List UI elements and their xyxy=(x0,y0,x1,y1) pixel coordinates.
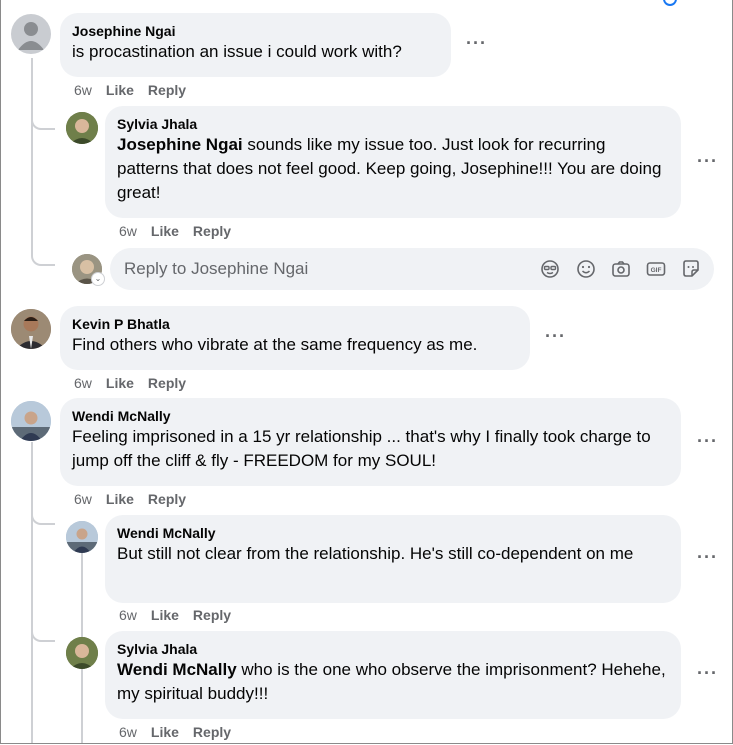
avatar[interactable] xyxy=(11,309,51,349)
comment-text: Josephine Ngai sounds like my issue too.… xyxy=(117,135,662,202)
comment-meta: 6w Like Reply xyxy=(119,606,245,624)
thread-line xyxy=(31,58,33,252)
profile-photo-icon xyxy=(66,521,98,553)
gif-icon[interactable]: GIF xyxy=(646,259,666,279)
like-button[interactable]: Like xyxy=(151,223,179,239)
comment-text: But still not clear from the relationshi… xyxy=(117,544,634,563)
comment-author[interactable]: Wendi McNally xyxy=(117,524,669,542)
comment-text: is procastination an issue i could work … xyxy=(72,42,402,61)
thread-branch xyxy=(31,622,55,642)
timestamp[interactable]: 6w xyxy=(74,82,92,98)
thread-branch xyxy=(31,110,55,130)
svg-text:GIF: GIF xyxy=(651,267,662,274)
default-avatar-icon xyxy=(18,22,44,50)
reply-input[interactable]: Reply to Josephine Ngai GIF xyxy=(110,248,714,290)
profile-photo-icon xyxy=(66,637,98,669)
like-button[interactable]: Like xyxy=(106,491,134,507)
more-options-icon[interactable]: ··· xyxy=(697,432,718,450)
like-button[interactable]: Like xyxy=(151,607,179,623)
comment-meta: 6w Like Reply xyxy=(74,490,200,508)
timestamp[interactable]: 6w xyxy=(119,724,137,740)
reply-button[interactable]: Reply xyxy=(148,491,186,507)
like-button[interactable]: Like xyxy=(151,724,179,740)
avatar[interactable] xyxy=(11,401,51,441)
comment-author[interactable]: Sylvia Jhala xyxy=(117,640,669,658)
thread-branch xyxy=(31,505,55,525)
more-options-icon[interactable]: ··· xyxy=(697,664,718,682)
like-button[interactable]: Like xyxy=(106,375,134,391)
mention-link[interactable]: Josephine Ngai xyxy=(117,135,243,154)
profile-photo-icon xyxy=(11,401,51,441)
comment-bubble: Josephine Ngai is procastination an issu… xyxy=(60,13,451,77)
comment-author[interactable]: Josephine Ngai xyxy=(72,22,439,40)
more-options-icon[interactable]: ··· xyxy=(697,152,718,170)
avatar-sticker-icon[interactable] xyxy=(540,259,560,279)
more-options-icon[interactable]: ··· xyxy=(697,548,718,566)
mention-link[interactable]: Wendi McNally xyxy=(117,660,237,679)
avatar[interactable] xyxy=(11,14,51,54)
comment-bubble: Kevin P Bhatla Find others who vibrate a… xyxy=(60,306,530,370)
comment-meta: 6w Like Reply xyxy=(119,723,245,741)
more-options-icon[interactable]: ··· xyxy=(466,34,487,52)
comment-author[interactable]: Kevin P Bhatla xyxy=(72,315,518,333)
comment-bubble: Sylvia Jhala Josephine Ngai sounds like … xyxy=(105,106,681,218)
comment-bubble: Wendi McNally But still not clear from t… xyxy=(105,515,681,603)
profile-photo-icon xyxy=(66,112,98,144)
reply-button[interactable]: Reply xyxy=(193,607,231,623)
avatar[interactable] xyxy=(66,521,98,553)
comment-author[interactable]: Sylvia Jhala xyxy=(117,115,669,133)
avatar[interactable] xyxy=(66,112,98,144)
reply-button[interactable]: Reply xyxy=(193,223,231,239)
chevron-down-icon[interactable]: ⌄ xyxy=(91,272,105,286)
reply-button[interactable]: Reply xyxy=(148,375,186,391)
timestamp[interactable]: 6w xyxy=(74,375,92,391)
comment-meta: 6w Like Reply xyxy=(119,222,245,240)
thread-line xyxy=(31,442,33,743)
more-options-icon[interactable]: ··· xyxy=(545,327,566,345)
comment-meta: 6w Like Reply xyxy=(74,374,200,392)
comment-bubble: Sylvia Jhala Wendi McNally who is the on… xyxy=(105,631,681,719)
comment-meta: 6w Like Reply xyxy=(74,81,200,99)
timestamp[interactable]: 6w xyxy=(119,223,137,239)
timestamp[interactable]: 6w xyxy=(119,607,137,623)
profile-photo-icon xyxy=(11,309,51,349)
comment-author[interactable]: Wendi McNally xyxy=(72,407,669,425)
emoji-icon[interactable] xyxy=(576,259,596,279)
sticker-icon[interactable] xyxy=(681,259,701,279)
thread-branch xyxy=(31,246,55,266)
timestamp[interactable]: 6w xyxy=(74,491,92,507)
comment-text: Wendi McNally who is the one who observe… xyxy=(117,660,666,703)
reply-placeholder: Reply to Josephine Ngai xyxy=(124,259,309,278)
reply-button[interactable]: Reply xyxy=(148,82,186,98)
like-button[interactable]: Like xyxy=(106,82,134,98)
camera-icon[interactable] xyxy=(611,259,631,279)
reply-button[interactable]: Reply xyxy=(193,724,231,740)
comment-text: Feeling imprisoned in a 15 yr relationsh… xyxy=(72,427,651,470)
comment-text: Find others who vibrate at the same freq… xyxy=(72,335,478,354)
avatar[interactable] xyxy=(66,637,98,669)
comment-bubble: Wendi McNally Feeling imprisoned in a 15… xyxy=(60,398,681,486)
